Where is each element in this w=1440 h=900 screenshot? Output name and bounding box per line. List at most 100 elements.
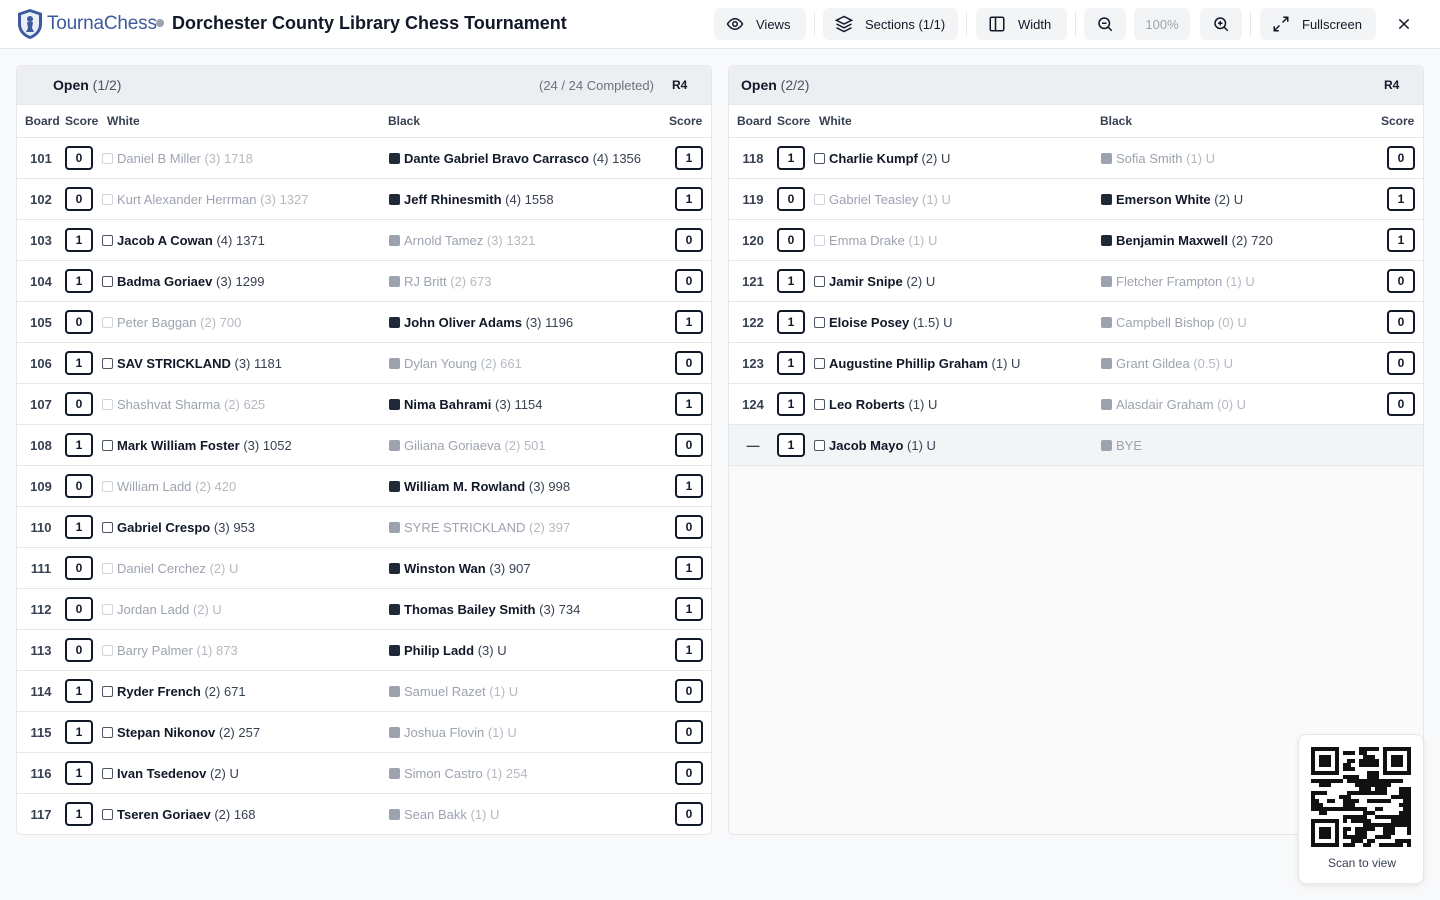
table-row[interactable]: 120 0 Emma Drake (1) U Benjamin Maxwell (2)… bbox=[729, 220, 1423, 261]
table-row[interactable]: 109 0 William Ladd (2) 420 William M. Rowla… bbox=[17, 466, 711, 507]
black-player[interactable]: Campbell Bishop (0) U bbox=[1116, 315, 1247, 330]
player-points-rating: (2) 625 bbox=[223, 397, 266, 412]
white-player[interactable]: Daniel Cerchez (2) U bbox=[117, 561, 238, 576]
pairings-list: 101 0 Daniel B Miller (3) 1718 Dante Gabrie… bbox=[17, 138, 711, 834]
black-player[interactable]: Philip Ladd (3) U bbox=[404, 643, 507, 658]
white-player[interactable]: Leo Roberts (1) U bbox=[829, 397, 937, 412]
table-row[interactable]: 112 0 Jordan Ladd (2) U Thomas Bailey Smith… bbox=[17, 589, 711, 630]
table-row[interactable]: 114 1 Ryder French (2) 671 Samuel Razet (1)… bbox=[17, 671, 711, 712]
views-button[interactable]: Views bbox=[714, 8, 806, 40]
black-player[interactable]: RJ Britt (2) 673 bbox=[404, 274, 491, 289]
table-row[interactable]: 113 0 Barry Palmer (1) 873 Philip Ladd (3) … bbox=[17, 630, 711, 671]
black-player[interactable]: Alasdair Graham (0) U bbox=[1116, 397, 1246, 412]
black-player[interactable]: William M. Rowland (3) 998 bbox=[404, 479, 570, 494]
black-player[interactable]: Sofia Smith (1) U bbox=[1116, 151, 1215, 166]
black-player[interactable]: Dante Gabriel Bravo Carrasco (4) 1356 bbox=[404, 151, 641, 166]
player-points-rating: (2) U bbox=[921, 151, 951, 166]
white-player[interactable]: William Ladd (2) 420 bbox=[117, 479, 236, 494]
black-player[interactable]: Benjamin Maxwell (2) 720 bbox=[1116, 233, 1273, 248]
table-row[interactable]: 104 1 Badma Goriaev (3) 1299 RJ Britt (2) 6… bbox=[17, 261, 711, 302]
white-player[interactable]: SAV STRICKLAND (3) 1181 bbox=[117, 356, 282, 371]
white-player[interactable]: Jacob A Cowan (4) 1371 bbox=[117, 233, 265, 248]
white-player[interactable]: Gabriel Crespo (3) 953 bbox=[117, 520, 255, 535]
white-player[interactable]: Barry Palmer (1) 873 bbox=[117, 643, 238, 658]
zoom-in-button[interactable] bbox=[1200, 8, 1242, 40]
zoom-out-icon bbox=[1098, 17, 1113, 32]
table-row[interactable]: 101 0 Daniel B Miller (3) 1718 Dante Gabrie… bbox=[17, 138, 711, 179]
black-player[interactable]: Winston Wan (3) 907 bbox=[404, 561, 531, 576]
black-player[interactable]: Fletcher Frampton (1) U bbox=[1116, 274, 1255, 289]
white-score: 0 bbox=[777, 228, 805, 252]
black-player[interactable]: Giliana Goriaeva (2) 501 bbox=[404, 438, 546, 453]
white-player[interactable]: Daniel B Miller (3) 1718 bbox=[117, 151, 253, 166]
white-player[interactable]: Kurt Alexander Herrman (3) 1327 bbox=[117, 192, 309, 207]
table-row[interactable]: 106 1 SAV STRICKLAND (3) 1181 Dylan Young (… bbox=[17, 343, 711, 384]
table-row[interactable]: 103 1 Jacob A Cowan (4) 1371 Arnold Tamez (… bbox=[17, 220, 711, 261]
table-row[interactable]: 108 1 Mark William Foster (3) 1052 Giliana … bbox=[17, 425, 711, 466]
close-button[interactable] bbox=[1392, 12, 1416, 36]
white-player[interactable]: Shashvat Sharma (2) 625 bbox=[117, 397, 265, 412]
white-player[interactable]: Tseren Goriaev (2) 168 bbox=[117, 807, 256, 822]
white-player[interactable]: Eloise Posey (1.5) U bbox=[829, 315, 953, 330]
black-player[interactable]: Simon Castro (1) 254 bbox=[404, 766, 528, 781]
table-row[interactable]: 102 0 Kurt Alexander Herrman (3) 1327 Jeff … bbox=[17, 179, 711, 220]
white-player[interactable]: Jordan Ladd (2) U bbox=[117, 602, 222, 617]
table-row[interactable]: 123 1 Augustine Phillip Graham (1) U Grant … bbox=[729, 343, 1423, 384]
table-row[interactable]: 119 0 Gabriel Teasley (1) U Emerson White (… bbox=[729, 179, 1423, 220]
white-player[interactable]: Emma Drake (1) U bbox=[829, 233, 937, 248]
white-player[interactable]: Stepan Nikonov (2) 257 bbox=[117, 725, 260, 740]
white-player[interactable]: Charlie Kumpf (2) U bbox=[829, 151, 950, 166]
shield-logo-icon bbox=[18, 9, 42, 39]
black-player[interactable]: John Oliver Adams (3) 1196 bbox=[404, 315, 573, 330]
black-player[interactable]: Joshua Flovin (1) U bbox=[404, 725, 517, 740]
bye-label: BYE bbox=[1116, 438, 1142, 453]
black-player[interactable]: Arnold Tamez (3) 1321 bbox=[404, 233, 535, 248]
white-player[interactable]: Gabriel Teasley (1) U bbox=[829, 192, 951, 207]
white-score: 1 bbox=[65, 269, 93, 293]
table-row[interactable]: 115 1 Stepan Nikonov (2) 257 Joshua Flovin … bbox=[17, 712, 711, 753]
table-row[interactable]: 116 1 Ivan Tsedenov (2) U Simon Castro (1) … bbox=[17, 753, 711, 794]
qr-card[interactable]: Scan to view bbox=[1298, 734, 1424, 884]
white-player[interactable]: Ivan Tsedenov (2) U bbox=[117, 766, 239, 781]
black-player[interactable]: Emerson White (2) U bbox=[1116, 192, 1243, 207]
brand-logo[interactable]: TournaChess bbox=[16, 8, 157, 40]
player-points-rating: (0.5) U bbox=[1193, 356, 1234, 371]
board-number: 117 bbox=[30, 807, 52, 822]
table-row[interactable]: 105 0 Peter Baggan (2) 700 John Oliver Adam… bbox=[17, 302, 711, 343]
table-row[interactable]: 122 1 Eloise Posey (1.5) U Campbell Bishop … bbox=[729, 302, 1423, 343]
player-points-rating: (3) 907 bbox=[489, 561, 531, 576]
black-player[interactable]: Jeff Rhinesmith (4) 1558 bbox=[404, 192, 554, 207]
black-player[interactable]: SYRE STRICKLAND (2) 397 bbox=[404, 520, 570, 535]
toolbar-divider bbox=[1075, 12, 1076, 36]
black-player[interactable]: Thomas Bailey Smith (3) 734 bbox=[404, 602, 580, 617]
player-name: Jordan Ladd bbox=[117, 602, 190, 617]
zoom-out-button[interactable] bbox=[1084, 8, 1126, 40]
player-name: Philip Ladd bbox=[404, 643, 475, 658]
player-name: Emerson White bbox=[1116, 192, 1211, 207]
black-player[interactable]: Samuel Razet (1) U bbox=[404, 684, 518, 699]
white-player[interactable]: Mark William Foster (3) 1052 bbox=[117, 438, 292, 453]
width-button[interactable]: Width bbox=[976, 8, 1067, 40]
black-player[interactable]: Nima Bahrami (3) 1154 bbox=[404, 397, 543, 412]
black-score: 0 bbox=[675, 761, 703, 785]
table-row[interactable]: 121 1 Jamir Snipe (2) U Fletcher Frampton (… bbox=[729, 261, 1423, 302]
black-player[interactable]: Grant Gildea (0.5) U bbox=[1116, 356, 1233, 371]
table-row[interactable]: — 1 Jacob Mayo (1) U BYE bbox=[729, 425, 1423, 466]
table-row[interactable]: 118 1 Charlie Kumpf (2) U Sofia Smith (1) U… bbox=[729, 138, 1423, 179]
black-player[interactable]: Dylan Young (2) 661 bbox=[404, 356, 522, 371]
fullscreen-button[interactable]: Fullscreen bbox=[1260, 8, 1376, 40]
white-player[interactable]: Jamir Snipe (2) U bbox=[829, 274, 935, 289]
table-row[interactable]: 107 0 Shashvat Sharma (2) 625 Nima Bahrami … bbox=[17, 384, 711, 425]
table-row[interactable]: 124 1 Leo Roberts (1) U Alasdair Graham (0)… bbox=[729, 384, 1423, 425]
white-player[interactable]: Ryder French (2) 671 bbox=[117, 684, 246, 699]
white-player[interactable]: Jacob Mayo (1) U bbox=[829, 438, 936, 453]
table-row[interactable]: 110 1 Gabriel Crespo (3) 953 SYRE STRICKLAN… bbox=[17, 507, 711, 548]
white-player[interactable]: Badma Goriaev (3) 1299 bbox=[117, 274, 264, 289]
sections-button[interactable]: Sections (1/1) bbox=[823, 8, 958, 40]
white-player[interactable]: Peter Baggan (2) 700 bbox=[117, 315, 241, 330]
table-row[interactable]: 117 1 Tseren Goriaev (2) 168 Sean Bakk (1) … bbox=[17, 794, 711, 834]
black-player[interactable]: Sean Bakk (1) U bbox=[404, 807, 499, 822]
toolbar-divider bbox=[966, 12, 967, 36]
white-player[interactable]: Augustine Phillip Graham (1) U bbox=[829, 356, 1020, 371]
table-row[interactable]: 111 0 Daniel Cerchez (2) U Winston Wan (3) … bbox=[17, 548, 711, 589]
